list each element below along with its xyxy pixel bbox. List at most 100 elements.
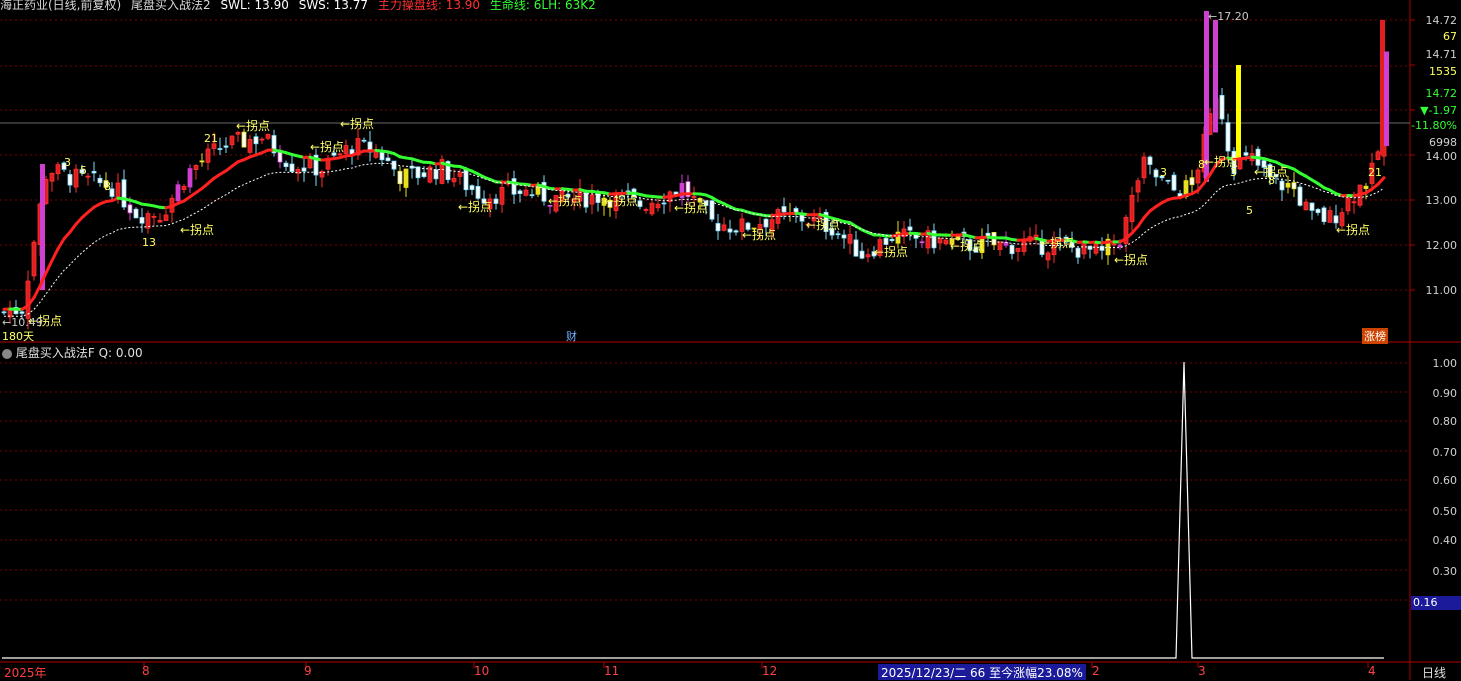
candle-body [404,169,408,187]
candle-body [1334,216,1338,223]
finance-badge[interactable]: 财 [566,328,577,344]
candle-body [716,223,720,230]
spike-candle [1384,52,1389,147]
candle-body [866,255,870,257]
price-tick-7: -11.80% [1411,119,1457,132]
price-tick-3: 14.71 [1426,48,1458,61]
swl-value: SWL: 13.90 [220,0,288,12]
candle-body [1076,248,1080,257]
candle-body [1196,170,1200,183]
candle-body [98,178,102,182]
candle-body [1100,246,1104,250]
sub-panel-title[interactable]: 尾盘买入战法F [16,346,95,360]
candle-body [1310,203,1314,210]
candle-body [380,152,384,159]
candle-body [164,215,168,221]
spike-candle [40,164,45,290]
price-tick-8: 6998 [1429,136,1457,149]
candle-body [200,161,204,162]
sub-panel-q: Q: 0.00 [99,346,143,360]
candle-body [1016,248,1020,251]
x-label-8: 8 [142,664,150,678]
count-label: 21 [1368,166,1382,179]
sub-tick-2: 0.90 [1433,387,1458,400]
date-info-bar: 2025/12/23/二 66 至今涨幅23.08% [878,664,1086,680]
candle-body [1136,181,1140,192]
x-label-9: 9 [304,664,312,678]
main-control-line-seg [1138,218,1144,227]
candle-body [1304,202,1308,210]
candle-body [68,174,72,185]
stock-name: 海正药业(日线,前复权) [0,0,121,12]
count-label: 8 [1198,158,1205,171]
main-control-line-seg [34,286,40,298]
main-price-chart[interactable]: ←拐点←拐点←拐点←拐点←拐点←拐点←拐点←拐点←拐点←拐点←拐点←拐点←拐点←… [0,0,1461,680]
candle-body [260,139,264,140]
pivot-label: ←拐点 [604,193,638,208]
price-tick-4: 1535 [1429,65,1457,78]
sub-tick-4: 0.70 [1433,446,1458,459]
candle-body [938,238,942,242]
candle-body [422,173,426,177]
candle-body [248,139,252,152]
candle-body [284,163,288,166]
sub-current-value: 0.16 [1411,596,1461,610]
count-label: 3 [1160,166,1167,179]
candle-body [302,168,306,171]
candle-body [1166,180,1170,181]
candle-body [74,169,78,187]
candle-body [1352,202,1356,203]
candle-body [782,207,786,212]
candle-body [1130,195,1134,221]
candle-body [1154,170,1158,177]
count-label: 3 [1230,166,1237,179]
candle-body [182,186,186,189]
candle-body [50,173,54,181]
price-tick-5: 14.72 [1426,87,1458,100]
candle-body [584,193,588,207]
candle-body [920,242,924,243]
sub-panel-header: 尾盘买入战法F Q: 0.00 [2,344,143,361]
candle-body [224,146,228,147]
limit-up-badge[interactable]: 涨榜 [1362,328,1388,344]
candle-body [494,199,498,203]
pivot-label: ←拐点 [950,238,984,253]
candle-body [734,231,738,232]
life-line-value: 生命线: 6LH: 63K2 [490,0,596,12]
count-label: 3 [64,156,71,169]
candle-body [392,161,396,169]
life-line [4,163,1384,316]
sub-tick-1: 1.00 [1433,357,1458,370]
candle-body [476,186,480,198]
candle-body [1172,175,1176,190]
candle-body [1286,183,1290,187]
candle-body [710,201,714,219]
candle-body [152,216,156,217]
candle-body [266,134,270,138]
candle-body [362,140,366,141]
candle-body [434,170,438,179]
candle-body [122,180,126,207]
candle-body [908,227,912,230]
candle-body [1364,186,1368,188]
sub-tick-6: 0.50 [1433,505,1458,518]
candle-body [1322,208,1326,222]
period-button[interactable]: 日线 [1422,664,1446,681]
candle-body [848,234,852,243]
candle-body [518,191,522,194]
candle-body [1298,187,1302,205]
candle-body [1022,242,1026,252]
candle-body [134,209,138,218]
pivot-label: ←拐点 [1114,252,1148,267]
sub-tick-5: 0.60 [1433,474,1458,487]
sub-panel-toggle-icon[interactable] [2,349,12,359]
x-label-2025: 2025年 [4,664,47,681]
main-control-line-seg [46,261,52,273]
pivot-label: ←拐点 [340,116,374,131]
indicator-name[interactable]: 尾盘买入战法2 [131,0,211,12]
pivot-label: ←拐点 [236,118,270,133]
candle-body [344,146,348,154]
candle-body [1010,245,1014,253]
candle-body [1148,157,1152,165]
candle-body [386,158,390,161]
